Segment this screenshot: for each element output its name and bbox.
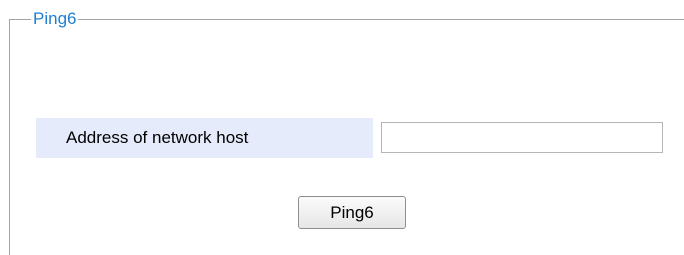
address-row: Address of network host: [36, 118, 674, 158]
ping6-button[interactable]: Ping6: [298, 196, 406, 229]
address-label-cell: Address of network host: [36, 118, 373, 158]
address-label: Address of network host: [66, 128, 249, 147]
address-input-cell: [373, 118, 674, 158]
network-host-input[interactable]: [381, 122, 663, 153]
panel-legend: Ping6: [31, 9, 79, 29]
